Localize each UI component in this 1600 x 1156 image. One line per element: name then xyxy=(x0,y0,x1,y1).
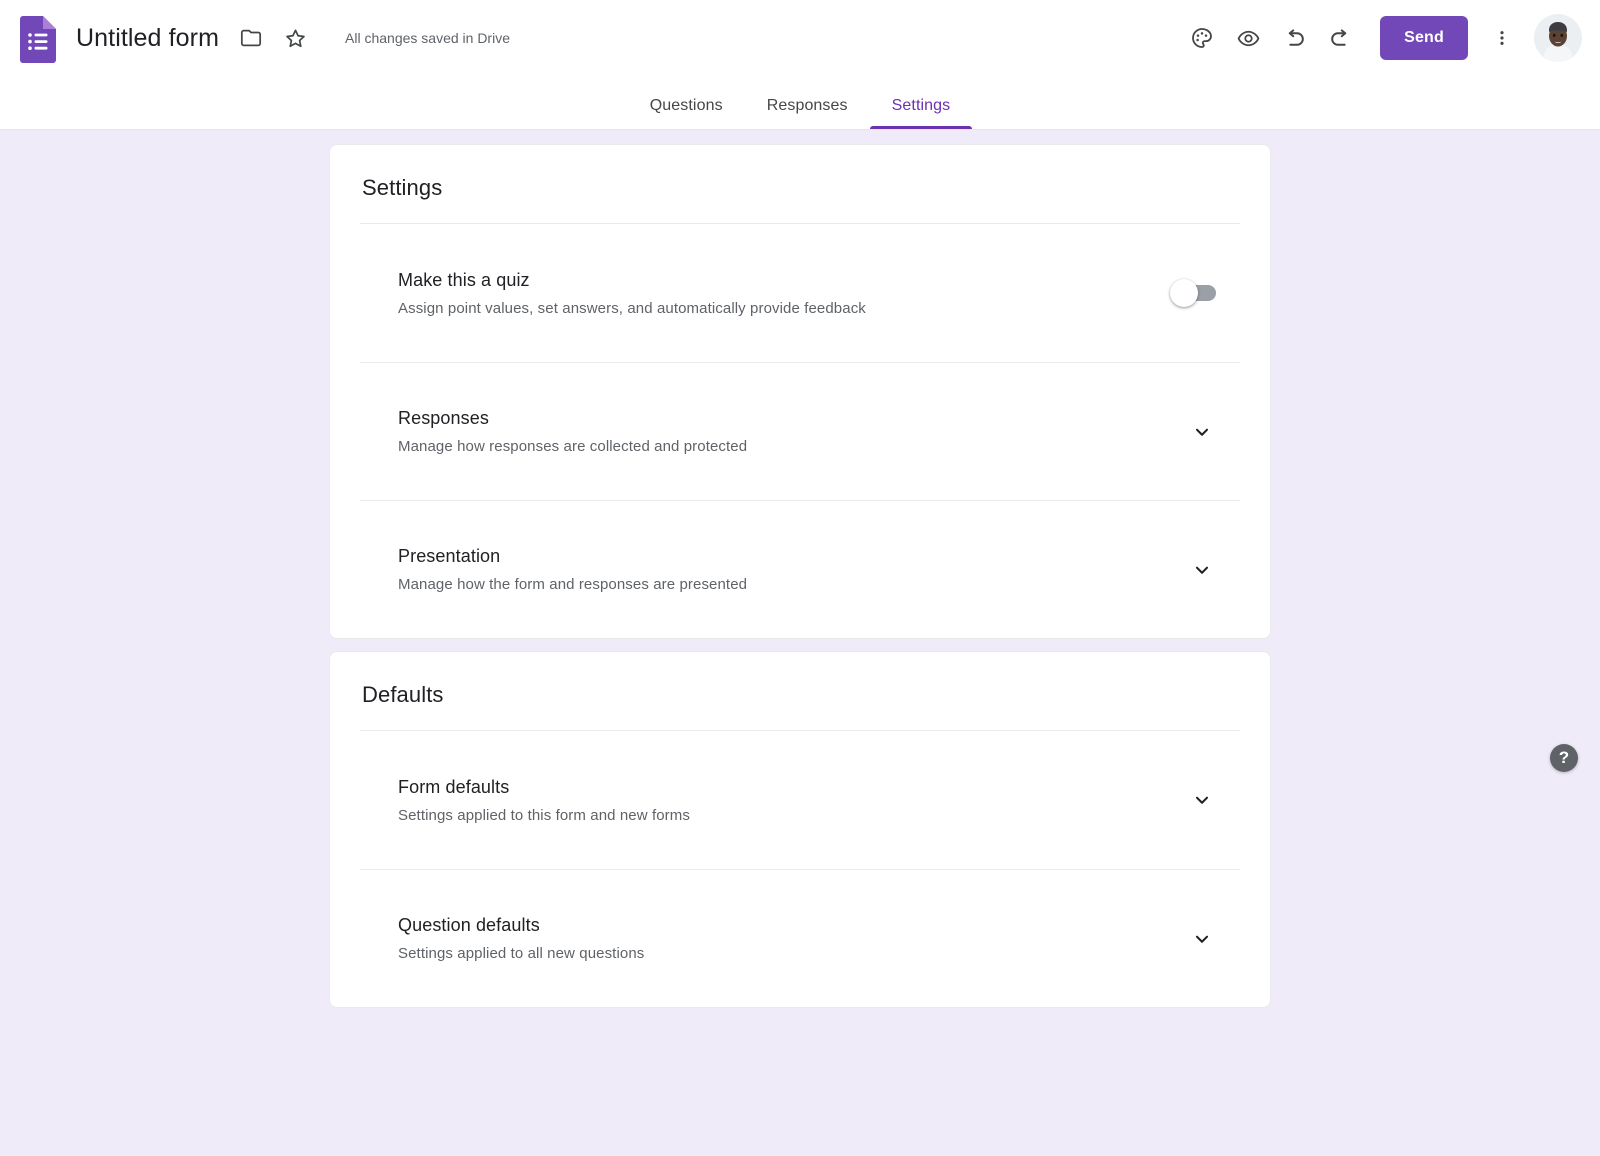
setting-text: Form defaults Settings applied to this f… xyxy=(398,777,1180,824)
header-right-actions: Send xyxy=(1182,14,1582,62)
setting-label: Question defaults xyxy=(398,915,540,935)
toggle-knob xyxy=(1170,279,1198,307)
header-toolbar: Untitled form All changes saved in Drive xyxy=(0,0,1600,76)
palette-icon xyxy=(1192,28,1212,48)
tab-questions[interactable]: Questions xyxy=(628,97,745,129)
help-button[interactable]: ? xyxy=(1550,744,1578,772)
eye-icon xyxy=(1237,30,1259,46)
setting-description: Assign point values, set answers, and au… xyxy=(398,299,866,317)
setting-label: Responses xyxy=(398,408,489,428)
settings-content: Settings Make this a quiz Assign point v… xyxy=(0,130,1600,1008)
setting-row-question-defaults[interactable]: Question defaults Settings applied to al… xyxy=(360,869,1240,1007)
setting-text: Question defaults Settings applied to al… xyxy=(398,915,1180,962)
tab-bar: Questions Responses Settings xyxy=(0,76,1600,130)
google-forms-icon xyxy=(20,15,56,63)
defaults-card: Defaults Form defaults Settings applied … xyxy=(329,651,1271,1008)
theme-button[interactable] xyxy=(1182,18,1222,58)
expand-presentation-button[interactable] xyxy=(1180,548,1224,592)
chevron-down-icon xyxy=(1195,428,1209,436)
chevron-down-icon xyxy=(1195,796,1209,804)
setting-description: Manage how responses are collected and p… xyxy=(398,438,748,455)
setting-text: Presentation Manage how the form and res… xyxy=(398,546,1180,593)
account-avatar[interactable] xyxy=(1534,14,1582,62)
setting-label: Form defaults xyxy=(398,776,510,797)
defaults-card-title: Defaults xyxy=(360,652,1240,731)
redo-button[interactable] xyxy=(1320,18,1360,58)
folder-icon xyxy=(240,29,262,47)
star-button[interactable] xyxy=(275,18,315,58)
app-header: Untitled form All changes saved in Drive xyxy=(0,0,1600,130)
expand-question-defaults-button[interactable] xyxy=(1180,917,1224,961)
setting-text: Make this a quiz Assign point values, se… xyxy=(398,270,1170,317)
setting-description: Manage how the form and responses are pr… xyxy=(398,576,748,593)
settings-card: Settings Make this a quiz Assign point v… xyxy=(329,144,1271,639)
undo-button[interactable] xyxy=(1274,18,1314,58)
undo-icon xyxy=(1288,28,1304,46)
chevron-down-icon xyxy=(1195,935,1209,943)
setting-description: Settings applied to all new questions xyxy=(398,945,645,962)
more-vert-icon xyxy=(1500,31,1504,45)
redo-icon xyxy=(1330,28,1346,46)
form-title[interactable]: Untitled form xyxy=(76,24,219,53)
setting-row-form-defaults[interactable]: Form defaults Settings applied to this f… xyxy=(360,731,1240,869)
setting-label: Make this a quiz xyxy=(398,269,530,290)
save-status: All changes saved in Drive xyxy=(345,30,510,46)
setting-row-make-this-a-quiz[interactable]: Make this a quiz Assign point values, se… xyxy=(360,224,1240,362)
setting-text: Responses Manage how responses are colle… xyxy=(398,408,1180,455)
tab-responses[interactable]: Responses xyxy=(745,97,870,129)
expand-form-defaults-button[interactable] xyxy=(1180,778,1224,822)
move-to-folder-button[interactable] xyxy=(231,18,271,58)
more-options-button[interactable] xyxy=(1482,18,1522,58)
setting-row-presentation[interactable]: Presentation Manage how the form and res… xyxy=(360,500,1240,638)
chevron-down-icon xyxy=(1195,566,1209,574)
settings-card-title: Settings xyxy=(360,145,1240,224)
tab-settings[interactable]: Settings xyxy=(869,97,973,129)
make-this-a-quiz-toggle[interactable] xyxy=(1170,279,1216,307)
star-outline-icon xyxy=(285,28,305,47)
setting-row-responses[interactable]: Responses Manage how responses are colle… xyxy=(360,362,1240,500)
send-button[interactable]: Send xyxy=(1380,16,1468,60)
setting-label: Presentation xyxy=(398,546,501,566)
preview-button[interactable] xyxy=(1228,18,1268,58)
title-actions xyxy=(231,18,315,58)
setting-description: Settings applied to this form and new fo… xyxy=(398,806,690,824)
expand-responses-button[interactable] xyxy=(1180,410,1224,454)
